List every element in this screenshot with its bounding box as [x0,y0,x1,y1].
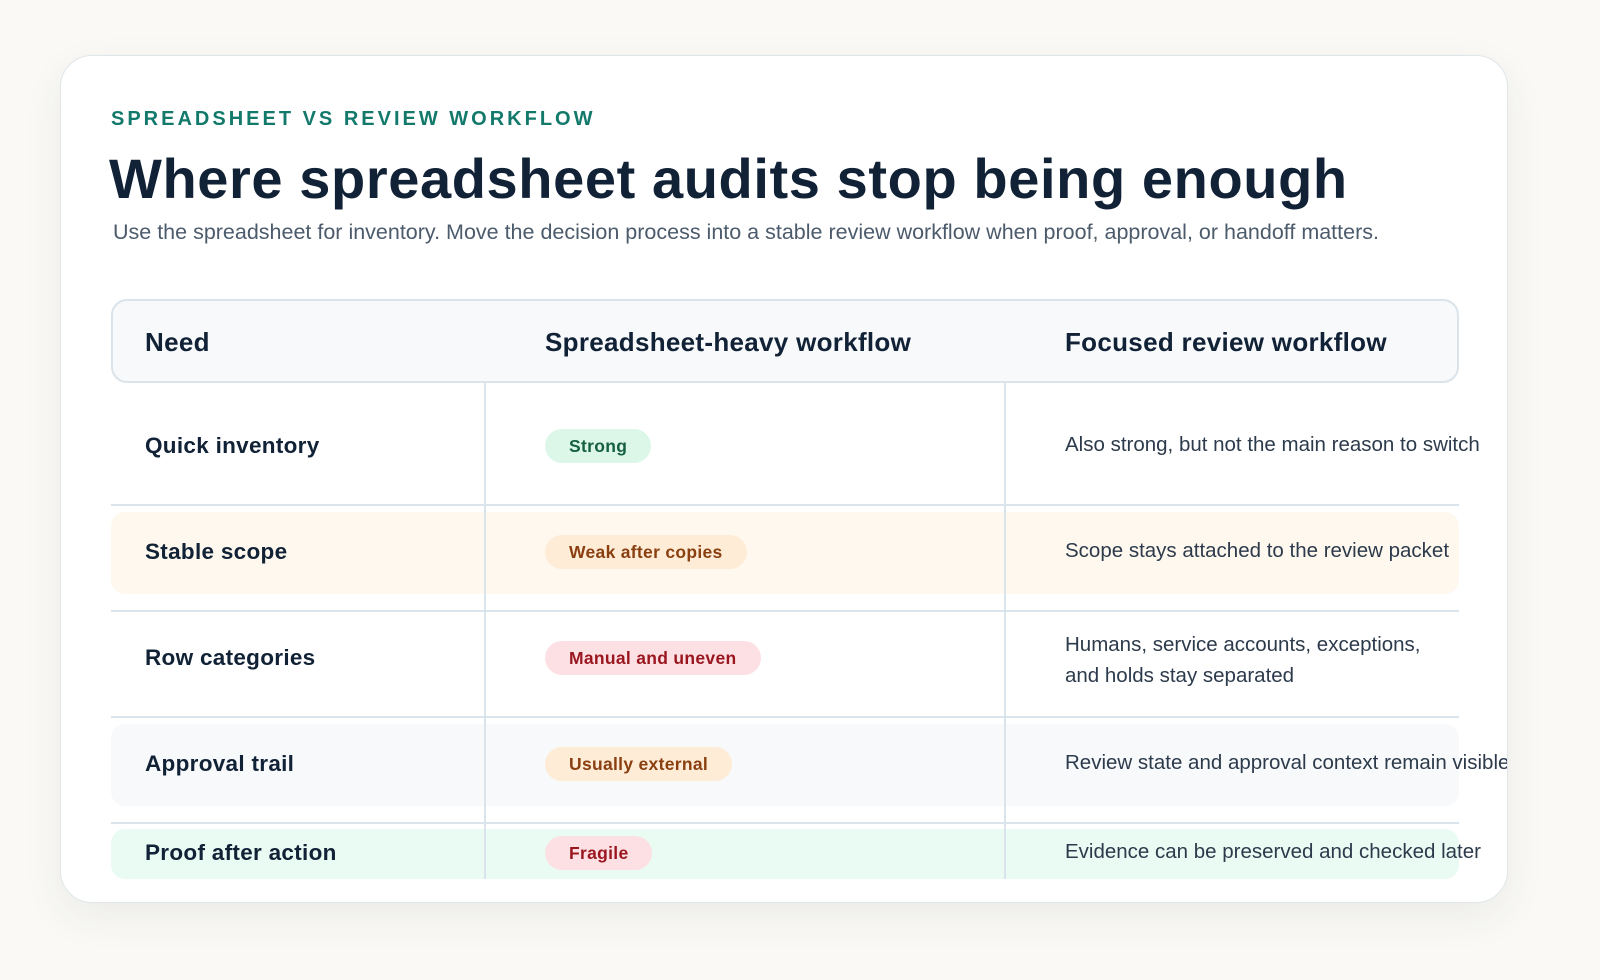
focused-workflow-text: Also strong, but not the main reason to … [1065,429,1480,460]
rating-badge: Weak after copies [545,535,747,569]
column-divider [484,299,486,879]
column-divider [1004,299,1006,879]
focused-workflow-text: Review state and approval context remain… [1065,747,1508,778]
page-subtitle: Use the spreadsheet for inventory. Move … [113,220,1379,244]
table-header-row: Need Spreadsheet-heavy workflow Focused … [111,299,1459,383]
comparison-card: SPREADSHEET VS REVIEW WORKFLOW Where spr… [60,55,1508,903]
focused-workflow-text: Evidence can be preserved and checked la… [1065,836,1481,867]
focused-workflow-line: Humans, service accounts, exceptions, [1065,633,1421,656]
need-label: Stable scope [145,539,288,564]
need-label: Proof after action [145,840,337,865]
row-divider [111,822,1459,824]
column-header-spreadsheet-workflow: Spreadsheet-heavy workflow [545,327,912,357]
row-divider [111,610,1459,612]
focused-workflow-line: Also strong, but not the main reason to … [1065,433,1480,456]
focused-workflow-text: Scope stays attached to the review packe… [1065,535,1449,566]
need-label: Row categories [145,645,316,670]
page-title: Where spreadsheet audits stop being enou… [109,147,1348,210]
eyebrow-label: SPREADSHEET VS REVIEW WORKFLOW [111,108,596,130]
rating-badge: Usually external [545,747,733,781]
focused-workflow-text: Humans, service accounts, exceptions, an… [1065,629,1421,691]
comparison-table: Need Spreadsheet-heavy workflow Focused … [111,299,1508,889]
focused-workflow-line: Evidence can be preserved and checked la… [1065,840,1481,863]
rating-badge: Strong [545,429,652,463]
focused-workflow-line: Scope stays attached to the review packe… [1065,539,1450,562]
need-label: Quick inventory [145,433,320,458]
focused-workflow-line: and holds stay separated [1065,664,1295,687]
rating-badge: Fragile [545,836,653,870]
need-label: Approval trail [145,751,295,776]
row-divider [111,504,1459,506]
focused-workflow-line: Review state and approval context remain… [1065,751,1508,774]
column-header-focused-workflow: Focused review workflow [1065,327,1387,357]
rating-badge: Manual and uneven [545,641,761,675]
column-header-need: Need [145,327,210,357]
row-divider [111,716,1459,718]
